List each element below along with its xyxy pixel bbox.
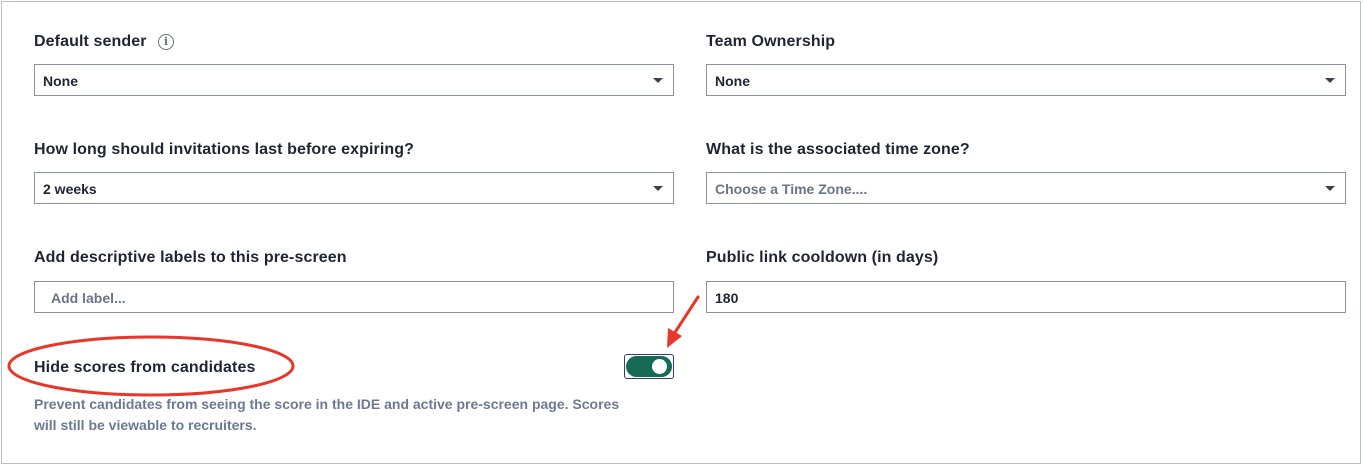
default-sender-select[interactable]: None [34, 64, 674, 96]
time-zone-label: What is the associated time zone? [706, 141, 970, 158]
invitation-expiry-value: 2 weeks [43, 181, 97, 197]
labels-input[interactable]: Add label... [34, 281, 674, 313]
hide-scores-label: Hide scores from candidates [34, 359, 256, 376]
default-sender-value: None [43, 73, 78, 89]
helper-line-1: Prevent candidates from seeing the score… [34, 396, 620, 412]
public-link-cooldown-label: Public link cooldown (in days) [706, 249, 939, 266]
toggle-knob [652, 359, 667, 374]
time-zone-placeholder: Choose a Time Zone.... [715, 181, 868, 197]
team-ownership-select[interactable]: None [706, 64, 1346, 96]
labels-label: Add descriptive labels to this pre-scree… [34, 249, 347, 266]
public-link-cooldown-input[interactable]: 180 [706, 281, 1346, 313]
helper-line-2: will still be viewable to recruiters. [34, 417, 257, 433]
hide-scores-helper: Prevent candidates from seeing the score… [34, 394, 674, 436]
chevron-down-icon [1325, 78, 1335, 83]
info-icon[interactable]: i [158, 34, 174, 50]
hide-scores-toggle[interactable] [624, 354, 674, 379]
chevron-down-icon [653, 78, 663, 83]
team-ownership-label: Team Ownership [706, 33, 836, 50]
labels-placeholder: Add label... [51, 290, 126, 306]
team-ownership-value: None [715, 73, 750, 89]
chevron-down-icon [653, 186, 663, 191]
invitation-expiry-label: How long should invitations last before … [34, 141, 415, 158]
invitation-expiry-select[interactable]: 2 weeks [34, 172, 674, 204]
default-sender-label: Default sender [34, 33, 147, 50]
public-link-cooldown-value: 180 [715, 290, 739, 306]
chevron-down-icon [1325, 186, 1335, 191]
time-zone-select[interactable]: Choose a Time Zone.... [706, 172, 1346, 204]
